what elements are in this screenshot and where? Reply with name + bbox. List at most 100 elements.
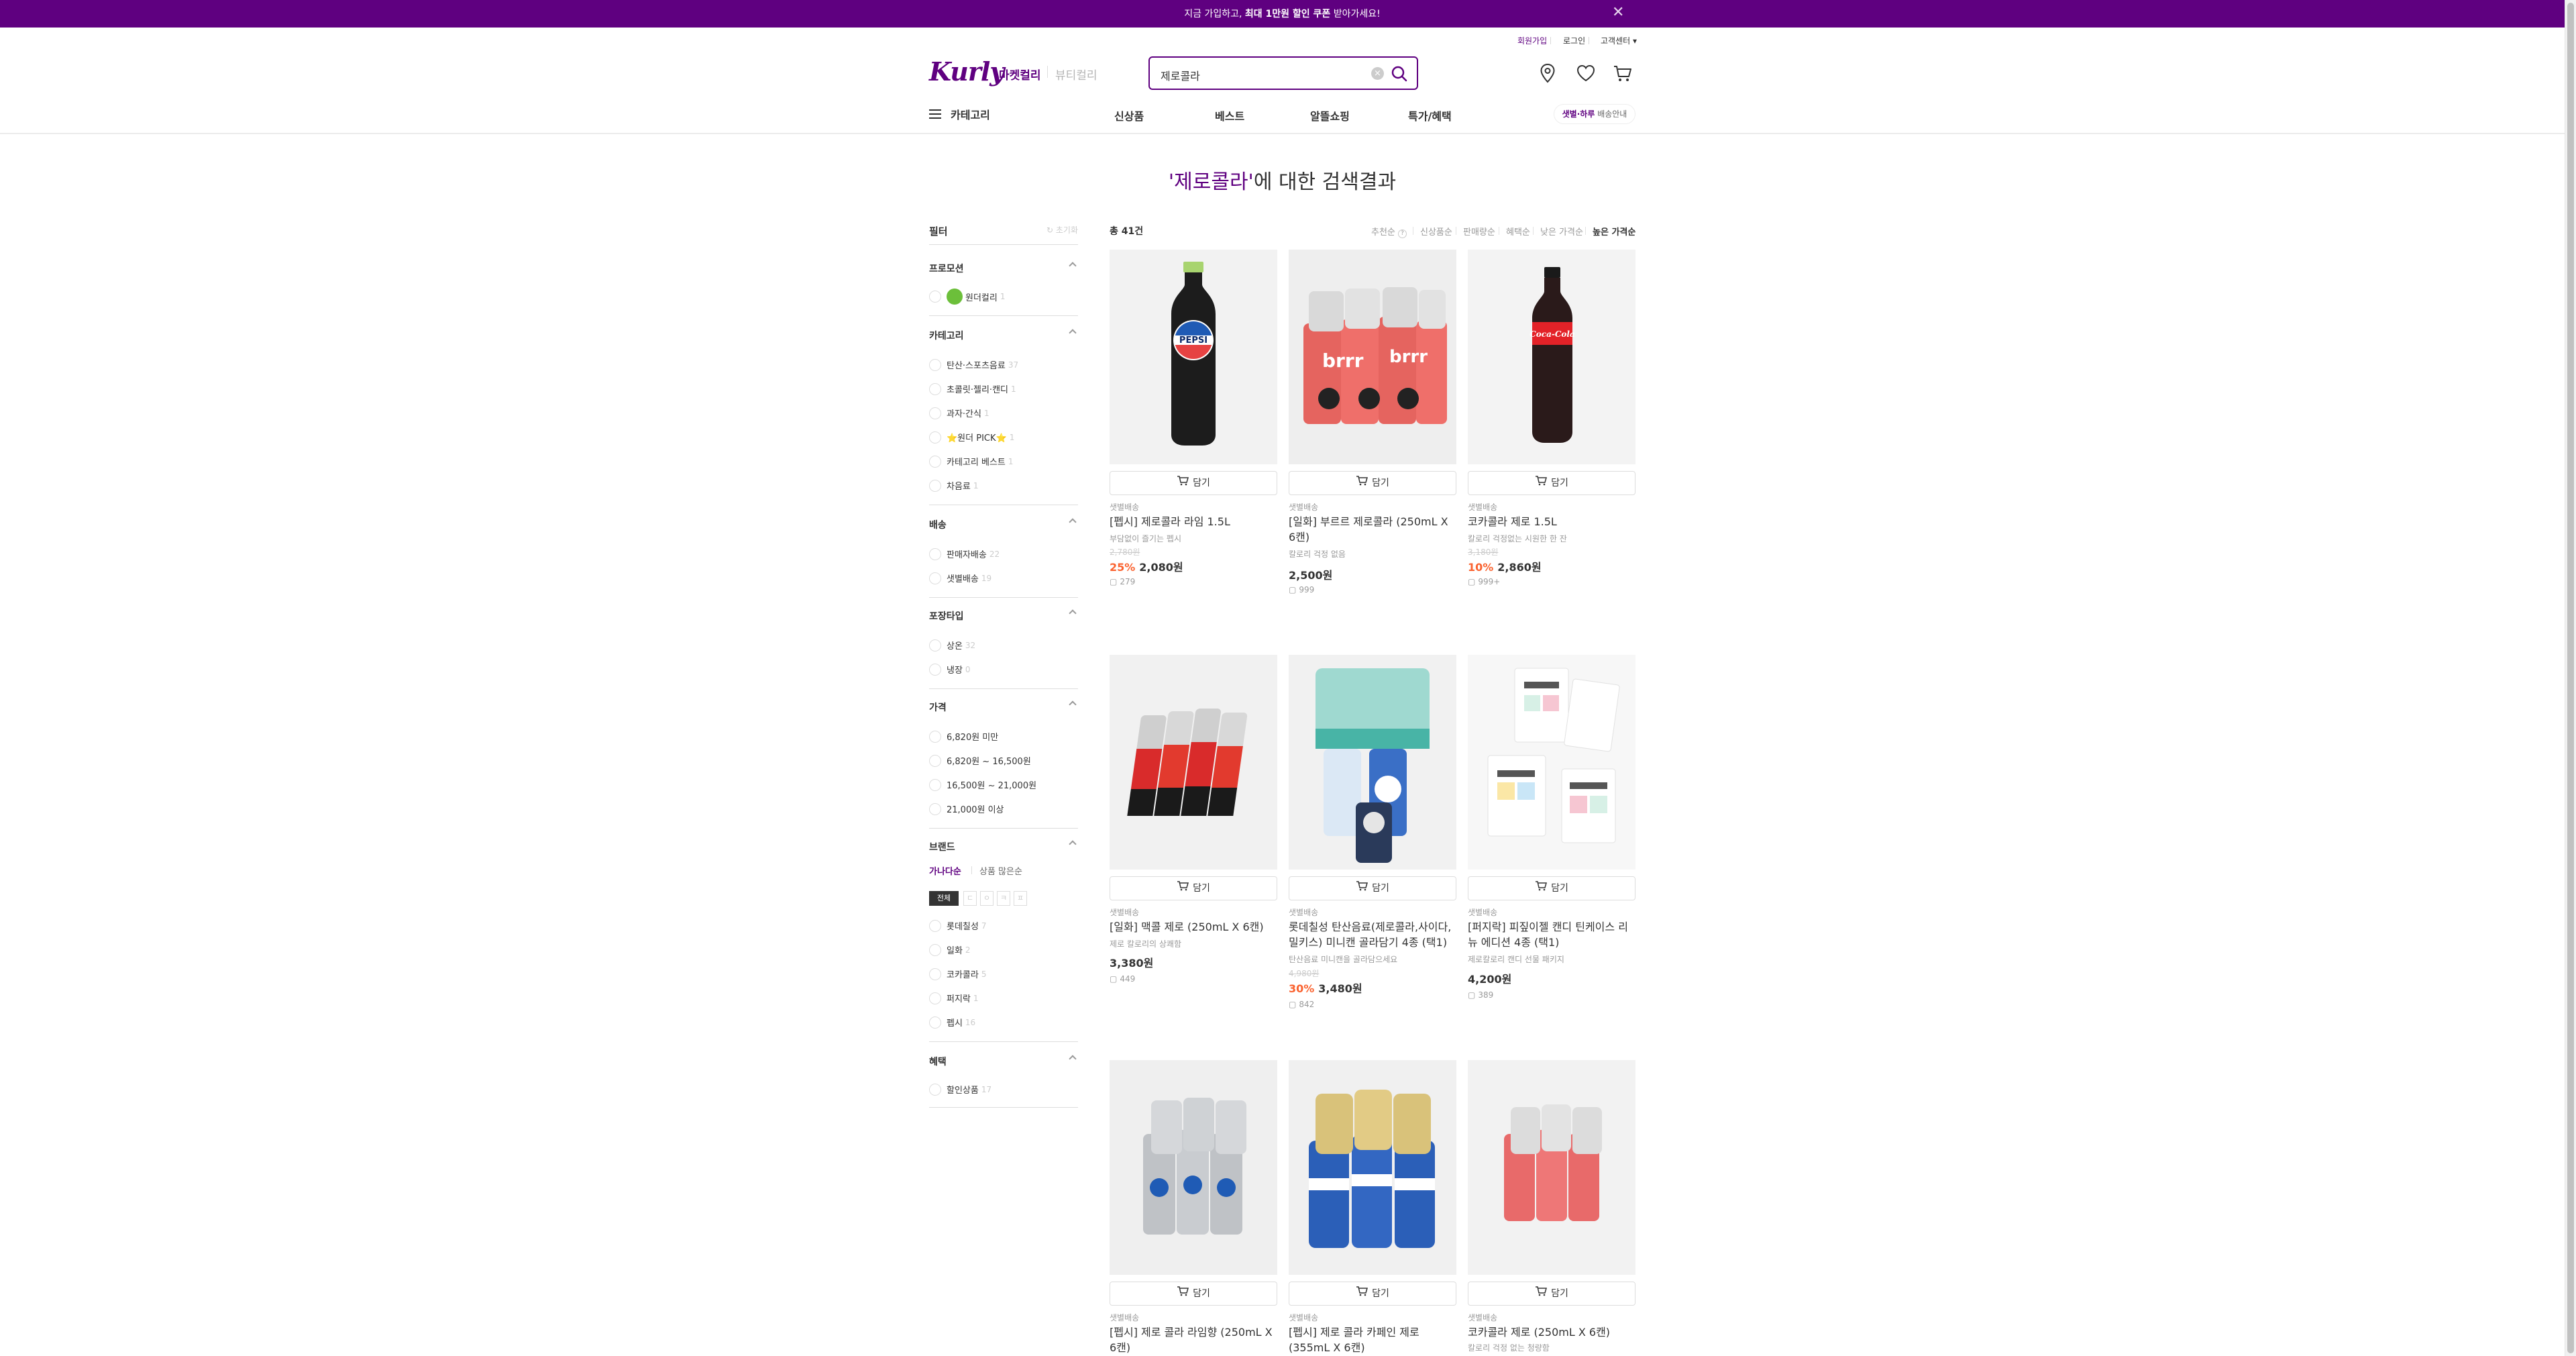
filter-option[interactable]: 상온 32 (929, 639, 1078, 651)
product-image[interactable] (1468, 655, 1635, 870)
product-image[interactable] (1110, 1060, 1277, 1275)
product-name[interactable]: [펩시] 제로 콜라 카페인 제로 (355mL X 6캔) (1289, 1324, 1456, 1355)
filter-section-price[interactable]: 가격 (929, 700, 1078, 714)
filter-option[interactable]: 차음료 1 (929, 479, 1078, 492)
add-to-cart-button[interactable]: 담기 (1468, 876, 1635, 900)
filter-option[interactable]: ⭐원더 PICK⭐ 1 (929, 431, 1078, 444)
filter-option[interactable]: 16,500원 ~ 21,000원 (929, 778, 1078, 791)
product-name[interactable]: [펩시] 제로 콜라 라임향 (250mL X 6캔) (1110, 1324, 1277, 1355)
add-to-cart-button[interactable]: 담기 (1110, 1282, 1277, 1306)
close-icon[interactable]: ✕ (1612, 4, 1624, 21)
filter-section-brand[interactable]: 브랜드 (929, 840, 1078, 853)
scrollbar-thumb[interactable] (2567, 3, 2574, 1353)
brand-initial[interactable]: ㄷ (963, 891, 977, 906)
product-card[interactable]: PEPSI 담기 샛별배송 [펩시] 제로콜라 라임 1.5L 부담없이 즐기는… (1110, 250, 1277, 598)
filter-option[interactable]: 원더컬리 1 (929, 289, 1078, 305)
nav-saving-shop[interactable]: 알뜰쇼핑 (1310, 107, 1350, 123)
filter-option[interactable]: 퍼지락 1 (929, 992, 1078, 1004)
filter-option[interactable]: 카테고리 베스트 1 (929, 455, 1078, 468)
add-to-cart-button[interactable]: 담기 (1110, 471, 1277, 495)
product-name[interactable]: [일화] 맥콜 제로 (250mL X 6캔) (1110, 919, 1277, 935)
add-to-cart-button[interactable]: 담기 (1468, 1282, 1635, 1306)
nav-best[interactable]: 베스트 (1215, 107, 1244, 123)
product-card[interactable]: 담기 샛별배송 롯데칠성 탄산음료(제로콜라,사이다,밀키스) 미니캔 골라담기… (1289, 655, 1456, 1017)
sort-sales[interactable]: 판매량순 (1463, 225, 1495, 238)
product-name[interactable]: 코카콜라 제로 (250mL X 6캔) (1468, 1324, 1635, 1340)
brand-initial-all[interactable]: 전체 (929, 891, 959, 906)
filter-section-delivery[interactable]: 배송 (929, 518, 1078, 531)
filter-section-package[interactable]: 포장타입 (929, 609, 1078, 623)
filter-option[interactable]: 6,820원 ~ 16,500원 (929, 754, 1078, 767)
filter-option[interactable]: 초콜릿·젤리·캔디 1 (929, 382, 1078, 395)
filter-option[interactable]: 냉장 0 (929, 663, 1078, 676)
product-card[interactable]: 담기 샛별배송 [펩시] 제로 콜라 카페인 제로 (355mL X 6캔) (1289, 1060, 1456, 1356)
sort-price-high[interactable]: 높은 가격순 (1593, 225, 1635, 238)
kurly-logo[interactable]: Kurly (929, 56, 1004, 87)
filter-reset-button[interactable]: ↻ 초기화 (1046, 224, 1078, 236)
promo-banner[interactable]: 지금 가입하고, 최대 1만원 할인 쿠폰 받아가세요! ✕ (0, 0, 2565, 28)
nav-special-deals[interactable]: 특가/혜택 (1408, 107, 1452, 123)
product-image[interactable] (1289, 1060, 1456, 1275)
delivery-info-button[interactable]: 샛별·하루 배송안내 (1554, 104, 1635, 124)
search-input[interactable]: 제로콜라 (1161, 67, 1200, 83)
product-name[interactable]: 롯데칠성 탄산음료(제로콜라,사이다,밀키스) 미니캔 골라담기 4종 (택1) (1289, 919, 1456, 950)
filter-option[interactable]: 일화 2 (929, 943, 1078, 956)
product-card[interactable]: 담기 샛별배송 [일화] 맥콜 제로 (250mL X 6캔) 제로 칼로리의 … (1110, 655, 1277, 1017)
support-link[interactable]: 고객센터 ▾ (1601, 35, 1637, 46)
product-image[interactable]: PEPSI (1110, 250, 1277, 464)
add-to-cart-button[interactable]: 담기 (1289, 1282, 1456, 1306)
product-name[interactable]: [펩시] 제로콜라 라임 1.5L (1110, 514, 1277, 529)
search-icon[interactable] (1390, 64, 1409, 83)
filter-option[interactable]: 코카콜라 5 (929, 968, 1078, 980)
add-to-cart-button[interactable]: 담기 (1110, 876, 1277, 900)
product-card[interactable]: 담기 샛별배송 코카콜라 제로 (250mL X 6캔) 칼로리 걱정 없는 청… (1468, 1060, 1635, 1356)
add-to-cart-button[interactable]: 담기 (1468, 471, 1635, 495)
brand-sort-abc[interactable]: 가나다순 (929, 864, 961, 877)
login-link[interactable]: 로그인 (1563, 35, 1585, 46)
sort-recommended[interactable]: 추천순 ? (1371, 225, 1407, 238)
product-name[interactable]: [퍼지락] 피짚이젤 캔디 틴케이스 리뉴 에디션 4종 (택1) (1468, 919, 1635, 950)
filter-option[interactable]: 21,000원 이상 (929, 802, 1078, 815)
filter-option[interactable]: 판매자배송 22 (929, 547, 1078, 560)
sort-price-low[interactable]: 낮은 가격순 (1540, 225, 1583, 238)
clear-search-icon[interactable]: × (1371, 67, 1384, 80)
filter-option[interactable]: 6,820원 미만 (929, 730, 1078, 743)
nav-new-products[interactable]: 신상품 (1114, 107, 1144, 123)
product-image[interactable]: brrr brrr (1289, 250, 1456, 464)
product-image[interactable] (1110, 655, 1277, 870)
brand-initial[interactable]: ㅋ (997, 891, 1010, 906)
product-name[interactable]: [일화] 부르르 제로콜라 (250mL X 6캔) (1289, 514, 1456, 545)
filter-option[interactable]: 펩시 16 (929, 1016, 1078, 1029)
product-image[interactable] (1289, 655, 1456, 870)
brand-sort-count[interactable]: 상품 많은순 (979, 864, 1022, 877)
product-card[interactable]: 담기 샛별배송 [펩시] 제로 콜라 라임향 (250mL X 6캔) (1110, 1060, 1277, 1356)
filter-option[interactable]: 롯데칠성 7 (929, 919, 1078, 932)
cart-icon[interactable] (1611, 62, 1634, 85)
product-name[interactable]: 코카콜라 제로 1.5L (1468, 514, 1635, 529)
signup-link[interactable]: 회원가입 (1517, 35, 1547, 46)
filter-option[interactable]: 할인상품 17 (929, 1083, 1078, 1096)
product-card[interactable]: brrr brrr 담기 샛별배송 [일화] 부르르 제로콜라 (250mL X … (1289, 250, 1456, 598)
product-card[interactable]: Coca-Cola 담기 샛별배송 코카콜라 제로 1.5L 칼로리 걱정없는 … (1468, 250, 1635, 598)
vertical-scrollbar[interactable] (2565, 0, 2576, 1356)
product-image[interactable]: Coca-Cola (1468, 250, 1635, 464)
filter-option[interactable]: 과자·간식 1 (929, 407, 1078, 419)
add-to-cart-button[interactable]: 담기 (1289, 876, 1456, 900)
brand-initial[interactable]: ㅍ (1014, 891, 1027, 906)
filter-option[interactable]: 샛별배송 19 (929, 572, 1078, 584)
location-icon[interactable] (1536, 62, 1559, 85)
add-to-cart-button[interactable]: 담기 (1289, 471, 1456, 495)
product-card[interactable]: 담기 샛별배송 [퍼지락] 피짚이젤 캔디 틴케이스 리뉴 에디션 4종 (택1… (1468, 655, 1635, 1017)
heart-icon[interactable] (1574, 62, 1597, 85)
search-box[interactable]: 제로콜라 × (1148, 56, 1418, 90)
filter-section-benefit[interactable]: 혜택 (929, 1055, 1078, 1068)
sort-newest[interactable]: 신상품순 (1420, 225, 1452, 238)
product-image[interactable] (1468, 1060, 1635, 1275)
category-menu[interactable]: 카테고리 (929, 106, 990, 122)
filter-option[interactable]: 탄산·스포츠음료 37 (929, 358, 1078, 371)
filter-section-category[interactable]: 카테고리 (929, 329, 1078, 342)
sort-benefit[interactable]: 혜택순 (1506, 225, 1530, 238)
tab-market-kurly[interactable]: 마켓컬리 (999, 66, 1041, 83)
tab-beauty-kurly[interactable]: 뷰티컬리 (1055, 66, 1097, 83)
brand-initial[interactable]: ㅇ (980, 891, 994, 906)
